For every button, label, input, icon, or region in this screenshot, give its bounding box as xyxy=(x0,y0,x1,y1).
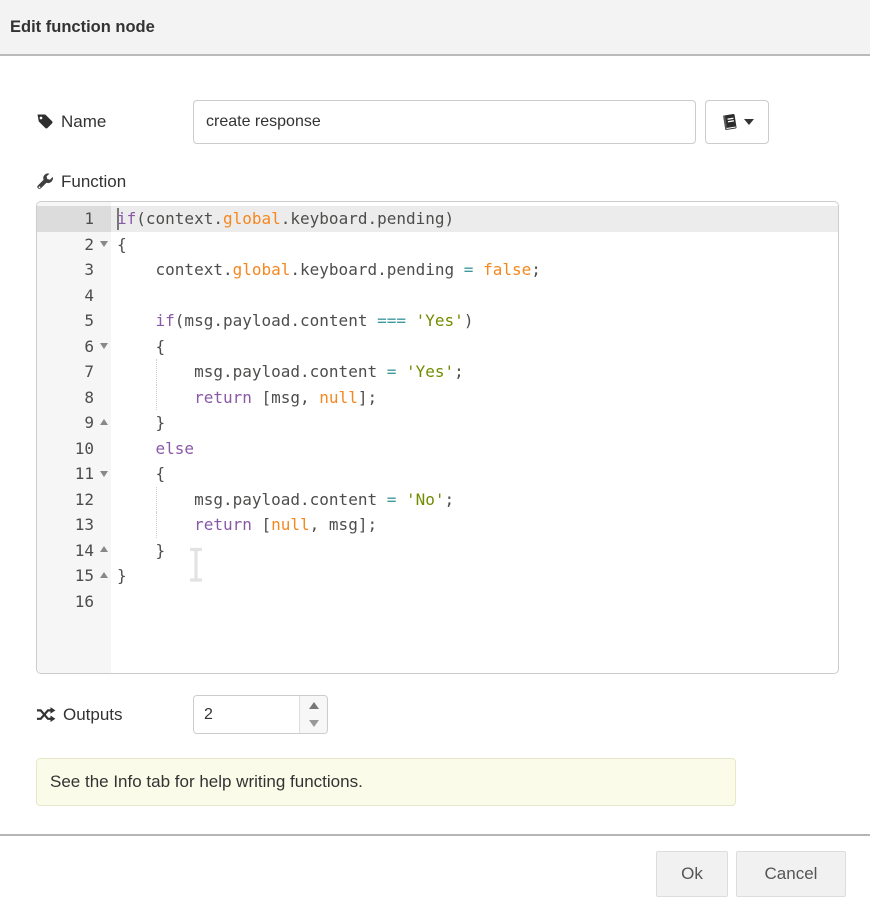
fold-close-icon[interactable] xyxy=(100,419,108,425)
ok-button[interactable]: Ok xyxy=(656,851,728,897)
fold-open-icon[interactable] xyxy=(100,241,108,247)
gutter-line-number: 2 xyxy=(37,232,111,258)
caret-down-icon xyxy=(744,119,754,125)
shuffle-icon xyxy=(36,706,56,723)
gutter-line-number: 16 xyxy=(37,589,111,615)
gutter-line-number: 4 xyxy=(37,283,111,309)
wrench-icon xyxy=(36,173,54,191)
code-line[interactable]: { xyxy=(111,334,838,360)
code-line[interactable]: if(msg.payload.content === 'Yes') xyxy=(111,308,838,334)
gutter-line-number: 7 xyxy=(37,359,111,385)
code-line[interactable]: else xyxy=(111,436,838,462)
dialog-footer: Ok Cancel xyxy=(0,836,870,897)
gutter-line-number: 8 xyxy=(37,385,111,411)
outputs-row: Outputs xyxy=(36,695,839,734)
outputs-input[interactable] xyxy=(194,696,299,733)
dialog-title: Edit function node xyxy=(10,18,155,37)
code-line[interactable]: } xyxy=(111,538,838,564)
code-line[interactable]: } xyxy=(111,410,838,436)
book-icon xyxy=(721,113,738,132)
fold-close-icon[interactable] xyxy=(100,572,108,578)
name-input[interactable] xyxy=(193,100,696,144)
outputs-label-text: Outputs xyxy=(63,705,123,725)
gutter-line-number: 11 xyxy=(37,461,111,487)
code-line[interactable]: { xyxy=(111,461,838,487)
code-line[interactable]: return [msg, null]; xyxy=(111,385,838,411)
fold-open-icon[interactable] xyxy=(100,471,108,477)
code-line[interactable]: return [null, msg]; xyxy=(111,512,838,538)
code-line[interactable]: } xyxy=(111,563,838,589)
dialog-header: Edit function node xyxy=(0,0,870,56)
gutter-line-number: 9 xyxy=(37,410,111,436)
spinner-down-button[interactable] xyxy=(300,715,327,734)
gutter-line-number: 6 xyxy=(37,334,111,360)
code-line[interactable]: if(context.global.keyboard.pending) xyxy=(111,206,838,232)
spinner-up-button[interactable] xyxy=(300,696,327,715)
fold-close-icon[interactable] xyxy=(100,546,108,552)
function-label-text: Function xyxy=(61,172,126,192)
fold-open-icon[interactable] xyxy=(100,343,108,349)
outputs-label: Outputs xyxy=(36,705,193,725)
library-button[interactable] xyxy=(705,100,769,144)
gutter-line-number: 14 xyxy=(37,538,111,564)
code-line[interactable]: msg.payload.content = 'Yes'; xyxy=(111,359,838,385)
function-code-editor[interactable]: 12345678910111213141516 if(context.globa… xyxy=(36,201,839,674)
gutter-line-number: 1 xyxy=(37,206,111,232)
dialog-body: Name Function xyxy=(0,100,870,806)
text-caret xyxy=(117,208,119,230)
code-line[interactable] xyxy=(111,589,838,615)
gutter-line-number: 12 xyxy=(37,487,111,513)
function-label: Function xyxy=(36,172,193,192)
gutter-line-number: 15 xyxy=(37,563,111,589)
spinner-down-icon xyxy=(309,720,319,727)
code-line[interactable]: context.global.keyboard.pending = false; xyxy=(111,257,838,283)
function-row: Function xyxy=(36,172,839,192)
code-line[interactable] xyxy=(111,283,838,309)
info-tip: See the Info tab for help writing functi… xyxy=(36,758,736,806)
gutter-line-number: 10 xyxy=(37,436,111,462)
spinner-up-icon xyxy=(309,702,319,709)
name-row: Name xyxy=(36,100,839,144)
code-line[interactable]: { xyxy=(111,232,838,258)
gutter-line-number: 13 xyxy=(37,512,111,538)
info-tip-text: See the Info tab for help writing functi… xyxy=(50,772,363,792)
name-label: Name xyxy=(36,112,193,132)
outputs-spinner xyxy=(193,695,328,734)
cancel-button[interactable]: Cancel xyxy=(736,851,846,897)
spinner-buttons xyxy=(299,696,327,733)
editor-code: if(context.global.keyboard.pending){ con… xyxy=(111,202,838,673)
gutter-line-number: 5 xyxy=(37,308,111,334)
tag-icon xyxy=(36,113,54,131)
code-line[interactable]: msg.payload.content = 'No'; xyxy=(111,487,838,513)
name-label-text: Name xyxy=(61,112,106,132)
gutter-line-number: 3 xyxy=(37,257,111,283)
editor-gutter: 12345678910111213141516 xyxy=(37,202,111,673)
